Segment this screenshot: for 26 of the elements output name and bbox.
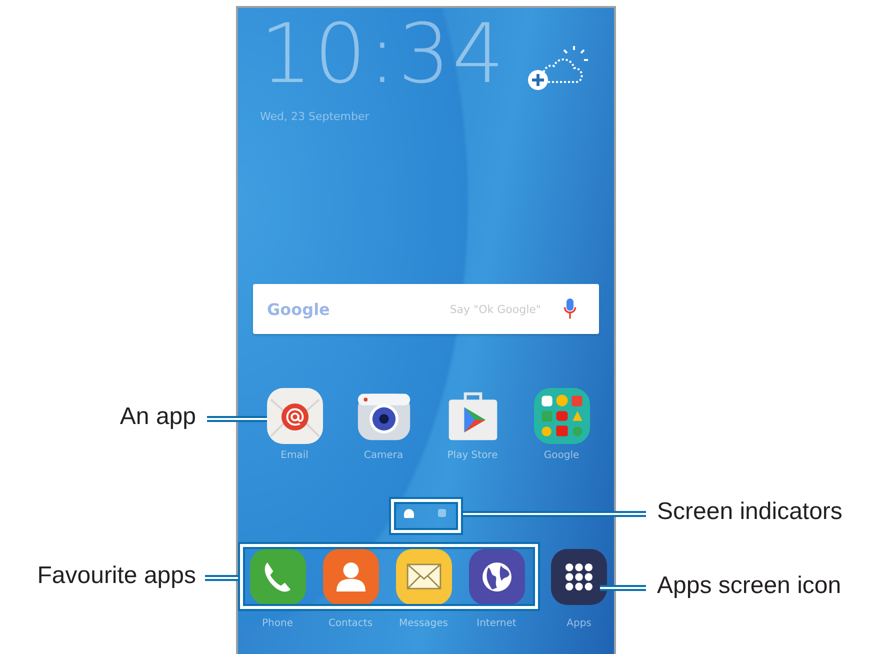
callout-label: Screen indicators xyxy=(657,498,842,526)
app-label: Messages xyxy=(398,618,448,629)
app-label: Play Store xyxy=(447,450,498,461)
app-label: Apps xyxy=(566,618,592,629)
app-label: Internet xyxy=(476,618,516,629)
date-text: Wed, 23 September xyxy=(260,110,370,123)
callout-label: An app xyxy=(120,403,196,431)
app-grid-icon[interactable] xyxy=(551,549,607,605)
microphone-icon[interactable] xyxy=(563,297,577,321)
person-icon[interactable] xyxy=(322,549,378,605)
callout-frame xyxy=(391,499,461,533)
app-label: Google xyxy=(544,450,580,461)
app-label: Email xyxy=(280,450,308,461)
home-indicator[interactable] xyxy=(404,508,414,518)
callout-label: Apps screen icon xyxy=(657,572,842,600)
app-label: Camera xyxy=(364,450,404,461)
callout-label: Favourite apps xyxy=(37,562,196,590)
search-logo: Google xyxy=(267,300,330,318)
app-label: Phone xyxy=(262,618,293,629)
envelope-icon[interactable] xyxy=(396,549,452,605)
phone-icon[interactable] xyxy=(250,549,306,605)
app-label: Contacts xyxy=(328,618,373,629)
app-folder-icon[interactable] xyxy=(534,388,590,444)
email-icon[interactable] xyxy=(266,388,322,444)
globe-icon[interactable] xyxy=(468,549,524,605)
clock-time: 10:34 xyxy=(260,14,506,96)
